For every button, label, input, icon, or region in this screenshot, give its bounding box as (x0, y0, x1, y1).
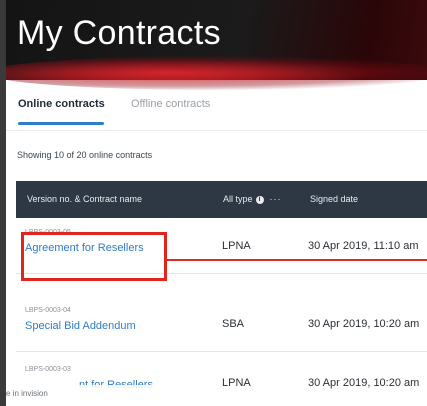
invision-footer-text: e in invision (6, 389, 48, 398)
column-header-date[interactable]: Signed date (310, 194, 358, 204)
contract-type: SBA (222, 318, 245, 330)
invision-footer: e in invision (6, 385, 186, 406)
contract-version: LBPS-0003-05 (25, 229, 71, 236)
signed-date: 30 Apr 2019, 11:10 am (308, 240, 419, 252)
more-horizontal-icon[interactable]: ··· (270, 194, 282, 204)
results-summary: Showing 10 of 20 online contracts (17, 150, 153, 160)
contract-type: LPNA (222, 240, 251, 252)
contract-version: LBPS-0003-04 (25, 307, 71, 314)
column-header-name: Version no. & Contract name (27, 194, 143, 204)
active-tab-indicator (18, 122, 104, 125)
contract-type: LPNA (222, 377, 251, 389)
contract-tabs: Online contracts Offline contracts (6, 80, 427, 130)
signed-date: 30 Apr 2019, 10:20 am (308, 377, 420, 389)
table-header: Version no. & Contract name All type i ···… (16, 181, 427, 218)
contract-name-link[interactable]: Special Bid Addendum (25, 320, 136, 332)
table-row: LBPS-0003-04 Special Bid Addendum SBA 30… (16, 296, 427, 352)
tab-online-contracts[interactable]: Online contracts (18, 98, 105, 110)
column-header-type[interactable]: All type i ··· (223, 194, 282, 204)
info-icon[interactable]: i (255, 195, 264, 204)
contract-version: LBPS-0003-03 (25, 366, 71, 373)
page-title: My Contracts (17, 14, 221, 52)
page-banner: My Contracts (6, 0, 427, 90)
app-frame: My Contracts Online contracts Offline co… (6, 0, 427, 406)
tabs-divider (6, 130, 427, 131)
tab-offline-contracts[interactable]: Offline contracts (131, 98, 210, 110)
table-row: LBPS-0003-05 Agreement for Resellers LPN… (16, 218, 427, 274)
type-filter-label[interactable]: All type (223, 194, 253, 204)
contract-name-link[interactable]: Agreement for Resellers (25, 242, 144, 254)
signed-date: 30 Apr 2019, 10:20 am (308, 318, 420, 330)
